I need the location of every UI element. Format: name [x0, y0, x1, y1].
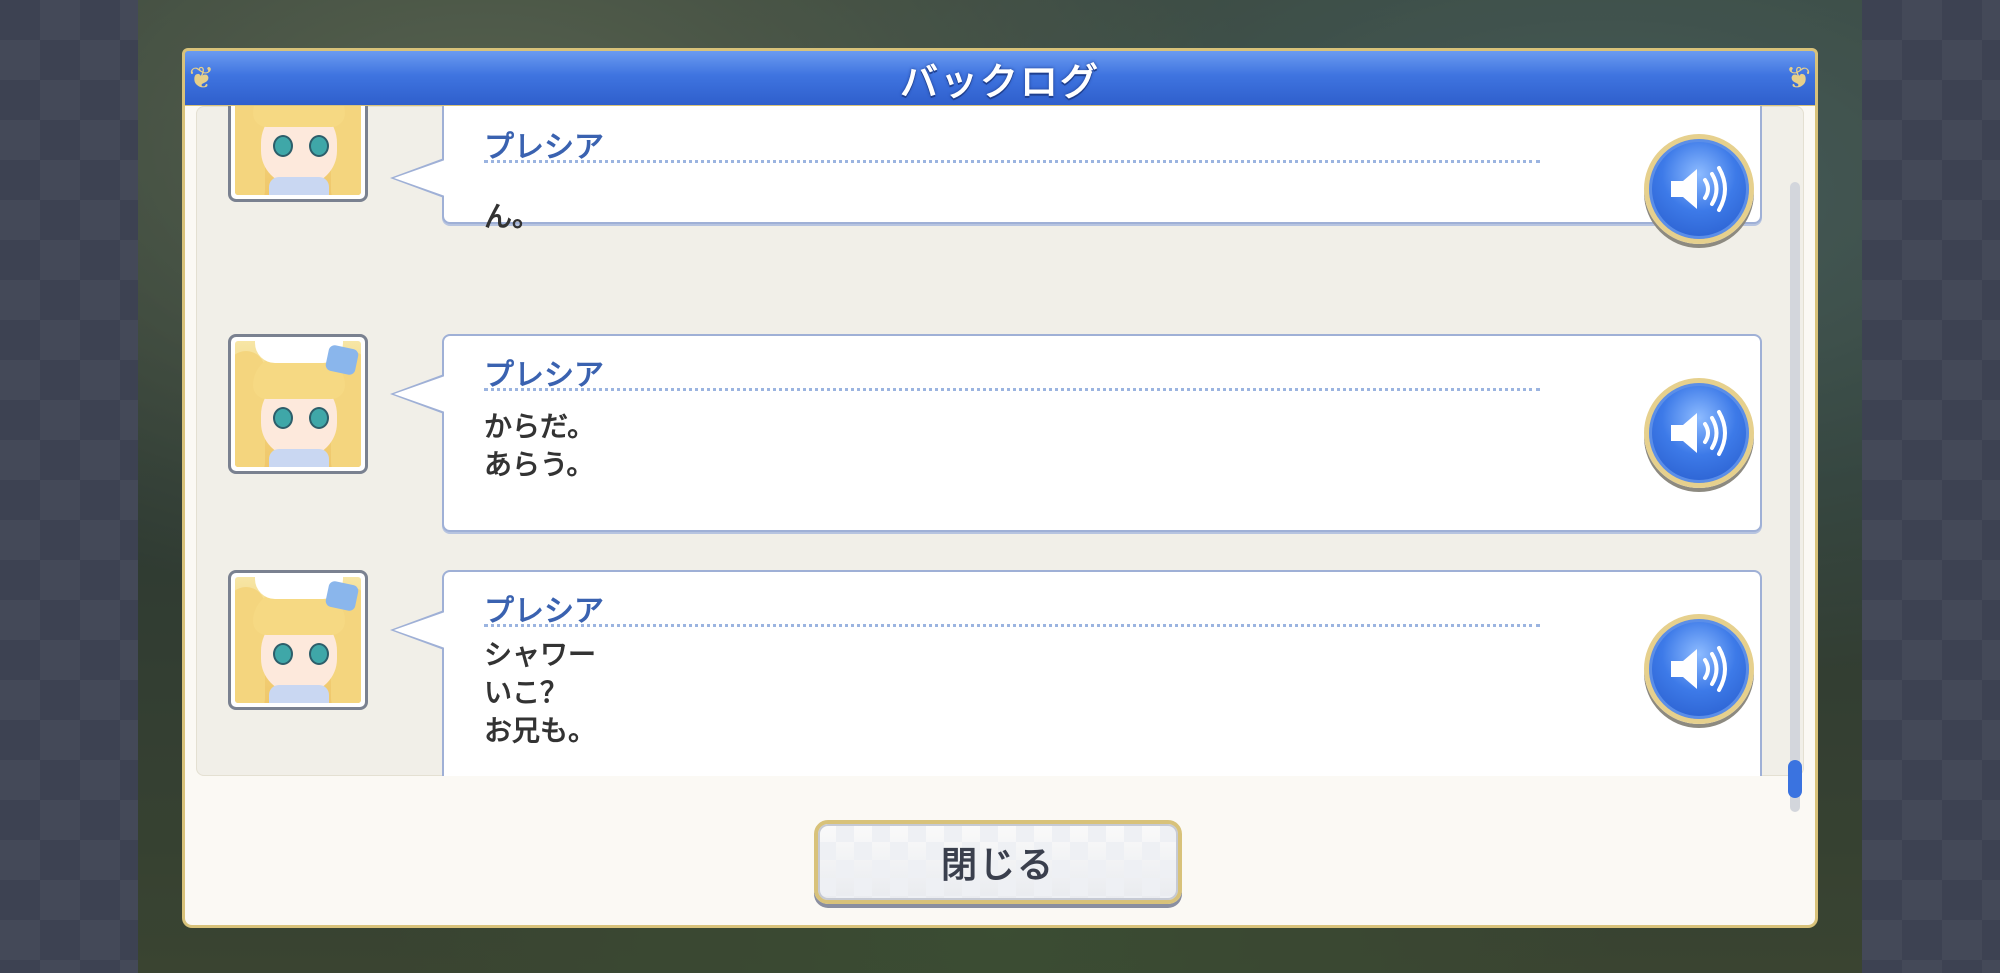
message-text: ん。 — [484, 200, 541, 233]
speaker-volume-icon — [1671, 166, 1727, 212]
message-bubble: プレシア シャワー いこ？ お兄も。 — [390, 570, 1762, 776]
speaker-volume-icon — [1671, 410, 1727, 456]
message-text: シャワー いこ？ お兄も。 — [484, 638, 597, 747]
speaker-volume-icon — [1671, 646, 1727, 692]
list-item: プレシア シャワー いこ？ お兄も。 — [196, 570, 1804, 776]
avatar — [228, 106, 368, 202]
title-bar: ❦ バックログ ❦ — [182, 48, 1818, 108]
close-button[interactable]: 閉じる — [814, 820, 1182, 904]
close-button-label: 閉じる — [940, 845, 1055, 886]
voice-play-button[interactable] — [1644, 378, 1754, 488]
avatar — [228, 570, 368, 710]
list-item: プレシア からだ。 あらう。 — [196, 334, 1804, 560]
message-text: からだ。 あらう。 — [484, 410, 596, 481]
message-bubble: プレシア ん。 — [390, 106, 1762, 233]
list-item: プレシア ん。 — [196, 106, 1804, 250]
backlog-window: ❦ バックログ ❦ プレシア ん。 プレシア からだ。 あらう。 プレシア シャ… — [182, 48, 1818, 928]
voice-play-button[interactable] — [1644, 614, 1754, 724]
backlog-list[interactable]: プレシア ん。 プレシア からだ。 あらう。 プレシア シャワー いこ？ お兄も… — [196, 106, 1804, 776]
message-bubble: プレシア からだ。 あらう。 — [390, 334, 1762, 532]
window-title: バックログ — [899, 59, 1100, 104]
character-portrait — [235, 106, 361, 195]
right-side-pattern — [1862, 0, 2000, 973]
ornament-icon: ❦ — [189, 61, 215, 96]
voice-play-button[interactable] — [1644, 134, 1754, 244]
character-portrait — [235, 341, 361, 467]
ornament-icon: ❦ — [1785, 61, 1811, 96]
scrollbar-track[interactable] — [1790, 182, 1800, 812]
scrollbar-thumb[interactable] — [1788, 760, 1802, 798]
avatar — [228, 334, 368, 474]
character-portrait — [235, 577, 361, 703]
left-side-pattern — [0, 0, 138, 973]
